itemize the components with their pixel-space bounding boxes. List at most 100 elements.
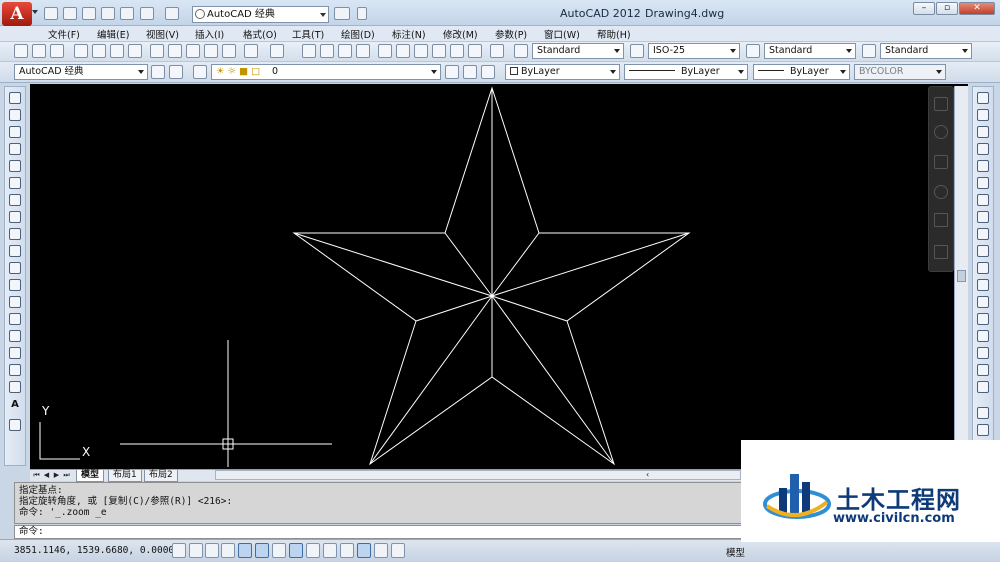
menu-modify[interactable]: 修改(M) [443, 27, 478, 41]
text-style-icon[interactable] [514, 44, 528, 58]
qnew-icon[interactable] [14, 44, 28, 58]
spline-icon[interactable] [9, 228, 21, 240]
quickcalc-icon[interactable] [468, 44, 482, 58]
move-icon[interactable] [977, 177, 989, 189]
next-tab-icon[interactable]: ▶ [52, 471, 61, 480]
linetype-select[interactable]: ByLayer [624, 64, 748, 80]
dim-style-select[interactable]: ISO-25 [648, 43, 740, 59]
dim-style-icon[interactable] [630, 44, 644, 58]
multileader-style-select[interactable]: Standard [880, 43, 972, 59]
sheet-set-icon[interactable] [432, 44, 446, 58]
save-icon[interactable] [50, 44, 64, 58]
open-file-icon[interactable] [63, 7, 77, 20]
zoom-icon[interactable] [934, 185, 948, 199]
zoom-realtime-icon[interactable] [320, 44, 334, 58]
make-block-icon[interactable] [9, 296, 21, 308]
copy-icon[interactable] [168, 44, 182, 58]
horizontal-scrollbar[interactable]: ‹ [215, 470, 741, 480]
construction-line-icon[interactable] [9, 109, 21, 121]
make-current-layer-icon[interactable] [445, 65, 459, 79]
rotate-icon[interactable] [977, 194, 989, 206]
layer-isolate-icon[interactable] [481, 65, 495, 79]
command-line-input[interactable]: 命令: [14, 525, 744, 539]
previous-tab-icon[interactable]: ◀ [42, 471, 51, 480]
pan-hand-icon[interactable] [934, 155, 948, 169]
menu-help[interactable]: 帮助(H) [597, 27, 631, 41]
3d-dwf-icon[interactable] [128, 44, 142, 58]
blend-curves-icon[interactable] [977, 364, 989, 376]
menu-insert[interactable]: 插入(I) [195, 27, 224, 41]
scroll-left-arrow-icon[interactable]: ‹ [646, 470, 649, 479]
polar-tracking-toggle[interactable] [238, 543, 252, 558]
chamfer-icon[interactable] [977, 330, 989, 342]
scroll-thumb[interactable] [957, 270, 966, 282]
design-center-icon[interactable] [396, 44, 410, 58]
gradient-icon[interactable] [9, 347, 21, 359]
mirror-icon[interactable] [977, 126, 989, 138]
navbar-menu-icon[interactable] [934, 245, 948, 259]
drawing-canvas[interactable]: Y X [30, 84, 968, 469]
redo-icon[interactable] [165, 7, 179, 20]
tab-layout2[interactable]: 布局2 [144, 470, 178, 482]
customize-quick-access-icon[interactable] [357, 7, 367, 20]
maximize-button[interactable]: ▫ [936, 2, 958, 15]
transparency-toggle[interactable] [357, 543, 371, 558]
insert-block-icon[interactable] [9, 279, 21, 291]
print-icon[interactable] [120, 7, 134, 20]
menu-dimension[interactable]: 标注(N) [392, 27, 426, 41]
showmotion-icon[interactable] [934, 213, 948, 227]
extend-icon[interactable] [977, 262, 989, 274]
scale-icon[interactable] [977, 211, 989, 223]
workspace-settings-icon[interactable] [151, 65, 165, 79]
redo-icon[interactable] [270, 44, 284, 58]
object-snap-tracking-toggle[interactable] [289, 543, 303, 558]
application-menu-button[interactable]: A [2, 2, 32, 26]
layer-previous-icon[interactable] [463, 65, 477, 79]
explode-icon[interactable] [977, 381, 989, 393]
ellipse-icon[interactable] [9, 245, 21, 257]
multileader-style-icon[interactable] [862, 44, 876, 58]
selection-cycling-toggle[interactable] [391, 543, 405, 558]
tool-palettes-icon[interactable] [414, 44, 428, 58]
bring-to-front-icon[interactable] [977, 424, 989, 436]
first-tab-icon[interactable]: ⏮ [32, 471, 41, 480]
join-icon[interactable] [977, 313, 989, 325]
workspace-select[interactable]: AutoCAD 经典 [14, 64, 148, 80]
new-file-icon[interactable] [44, 7, 58, 20]
cut-icon[interactable] [150, 44, 164, 58]
menu-draw[interactable]: 绘图(D) [341, 27, 375, 41]
table-style-icon[interactable] [746, 44, 760, 58]
menu-view[interactable]: 视图(V) [146, 27, 179, 41]
publish-icon[interactable] [110, 44, 124, 58]
menu-window[interactable]: 窗口(W) [544, 27, 580, 41]
multiline-text-icon[interactable]: A [9, 400, 21, 412]
layer-select[interactable]: ☀ ☼ ■ □ 0 [211, 64, 441, 80]
steering-wheel-icon[interactable] [934, 97, 948, 111]
block-editor-icon[interactable] [222, 44, 236, 58]
revision-cloud-icon[interactable] [9, 211, 21, 223]
arc-icon[interactable] [9, 177, 21, 189]
last-tab-icon[interactable]: ⏭ [62, 471, 71, 480]
save-as-icon[interactable] [101, 7, 115, 20]
allow-disallow-ducs-toggle[interactable] [306, 543, 320, 558]
vertical-scrollbar[interactable] [954, 86, 968, 469]
break-at-point-icon[interactable] [977, 279, 989, 291]
break-icon[interactable] [977, 296, 989, 308]
tab-layout1[interactable]: 布局1 [108, 470, 142, 482]
model-space-label[interactable]: 模型 [726, 545, 745, 559]
lineweight-select[interactable]: ByLayer [753, 64, 850, 80]
region-icon[interactable] [9, 364, 21, 376]
object-snap-toggle[interactable] [255, 543, 269, 558]
menu-format[interactable]: 格式(O) [243, 27, 277, 41]
snap-mode-toggle[interactable] [189, 543, 203, 558]
color-select[interactable]: ByLayer [505, 64, 620, 80]
polygon-icon[interactable] [9, 143, 21, 155]
workspace-switch-icon[interactable] [169, 65, 183, 79]
zoom-window-icon[interactable] [338, 44, 352, 58]
table-style-select[interactable]: Standard [764, 43, 856, 59]
erase-icon[interactable] [977, 92, 989, 104]
table-icon[interactable] [9, 381, 21, 393]
menu-parametric[interactable]: 参数(P) [495, 27, 527, 41]
layer-properties-icon[interactable] [193, 65, 207, 79]
draw-order-icon[interactable] [977, 407, 989, 419]
